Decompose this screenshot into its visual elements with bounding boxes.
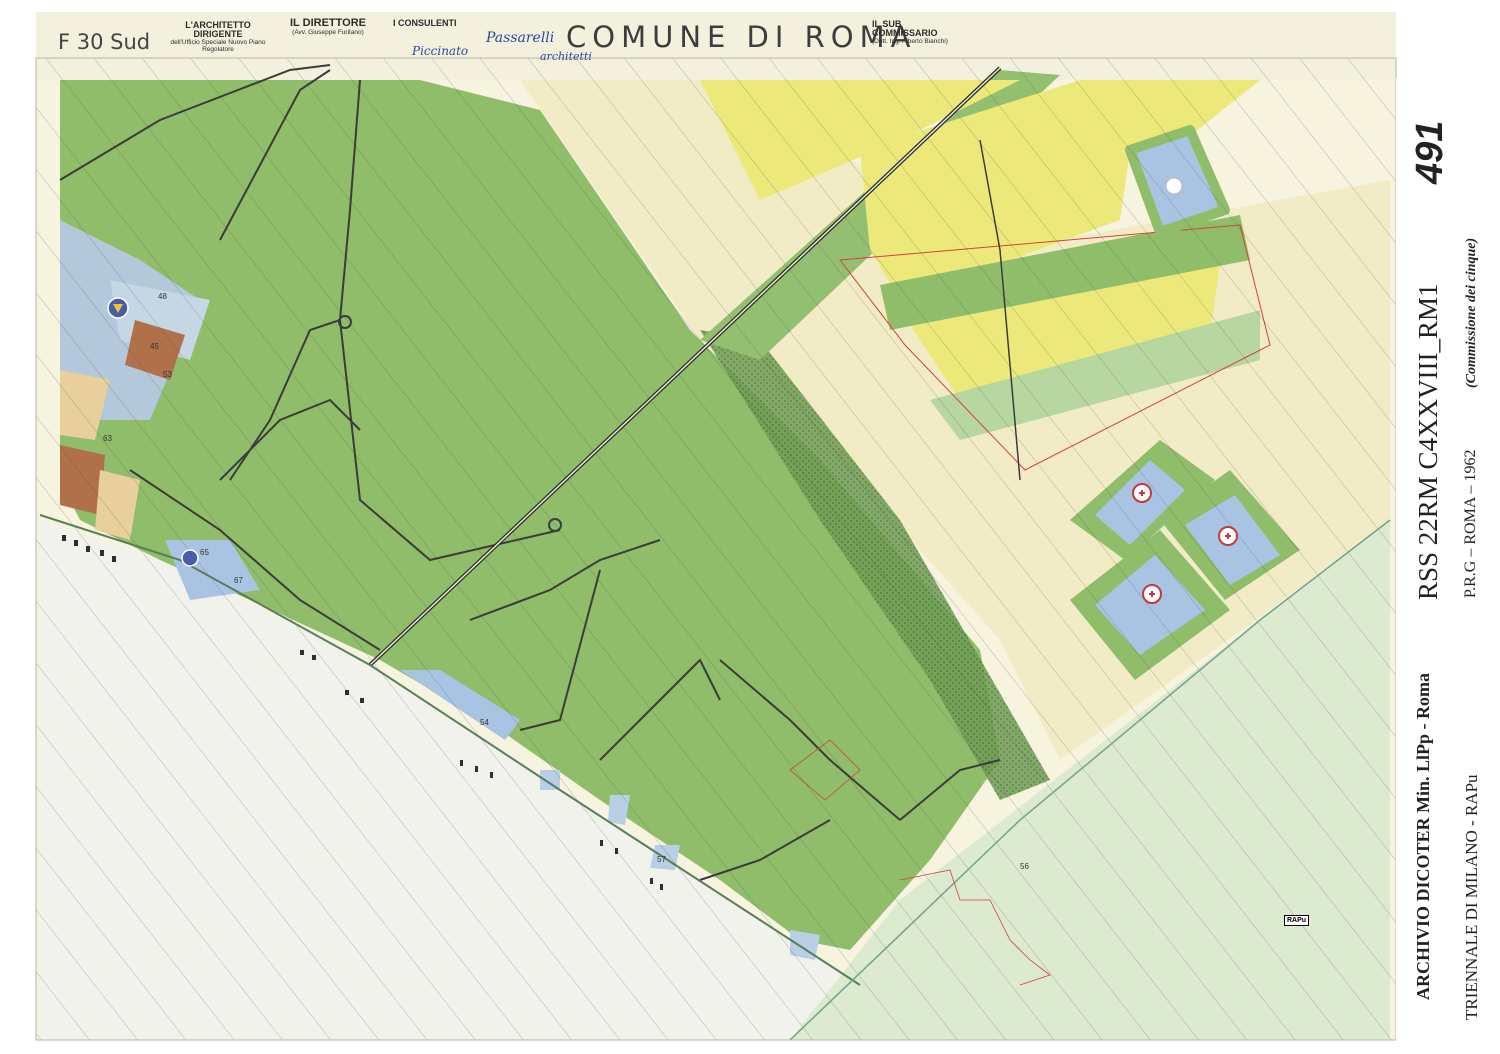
zone-label: 57: [657, 855, 666, 864]
zone-label: 54: [480, 718, 489, 727]
zone-label: 63: [103, 434, 112, 443]
stamp-subcommissioner-title: IL SUB COMMISSARIO: [872, 19, 938, 39]
hatching-overlay: [36, 58, 1396, 1040]
stamp-director: IL DIRETTORE (Avv. Giuseppe Furitano): [285, 17, 371, 36]
archive-side-panel: [1396, 78, 1500, 1048]
zone-label: 67: [234, 576, 243, 585]
commission-note: (Commissione dei cinque): [1464, 237, 1479, 388]
plan-info: P.R.G – ROMA – 1962: [1462, 449, 1479, 598]
handwritten-note-2: Passarelli: [486, 30, 555, 46]
stamp-director-subtitle: (Avv. Giuseppe Furitano): [292, 28, 364, 36]
stamp-architect-title: L'ARCHITETTO DIRIGENTE: [185, 20, 251, 40]
stamp-architect-subtitle: dell'Ufficio Speciale Nuovo Piano Regola…: [170, 38, 266, 53]
stamp-subcommissioner: IL SUB COMMISSARIO (Dott. Ing. Alberto B…: [872, 19, 968, 46]
map-sheet: [0, 0, 1500, 1049]
stamp-consultants-title: I CONSULENTI: [393, 18, 457, 28]
archive-code: RSS 22RM C4XXVIII_RM1: [1413, 283, 1443, 600]
zone-label: 45: [150, 342, 159, 351]
zone-label: 56: [1020, 862, 1029, 871]
handwritten-note-1: Piccinato: [412, 44, 469, 58]
rapu-stamp-tag: RAPu: [1284, 915, 1310, 926]
stamp-consultants: I CONSULENTI: [393, 18, 473, 28]
zone-label: 53: [163, 370, 172, 379]
handwritten-note-3: architetti: [540, 50, 592, 63]
stamp-architect: L'ARCHITETTO DIRIGENTE dell'Ufficio Spec…: [168, 20, 268, 54]
stamp-subcommissioner-subtitle: (Dott. Ing. Alberto Bianchi): [872, 37, 948, 45]
sheet-id: F 30 Sud: [58, 30, 151, 54]
institute-label: TRIENNALE DI MILANO - RAPu: [1462, 774, 1481, 1020]
civil-protection-emblem: [107, 297, 129, 319]
sheet-number: 491: [1409, 120, 1451, 184]
map-title: COMUNE DI ROMA: [566, 20, 917, 54]
zone-label: 48: [158, 292, 167, 301]
archive-name: ARCHIVIO DICOTER Min. LlPp - Roma: [1413, 672, 1433, 1000]
stamp-director-title: IL DIRETTORE: [290, 17, 366, 29]
map-canvas: [0, 0, 1500, 1049]
zone-label: 65: [200, 548, 209, 557]
